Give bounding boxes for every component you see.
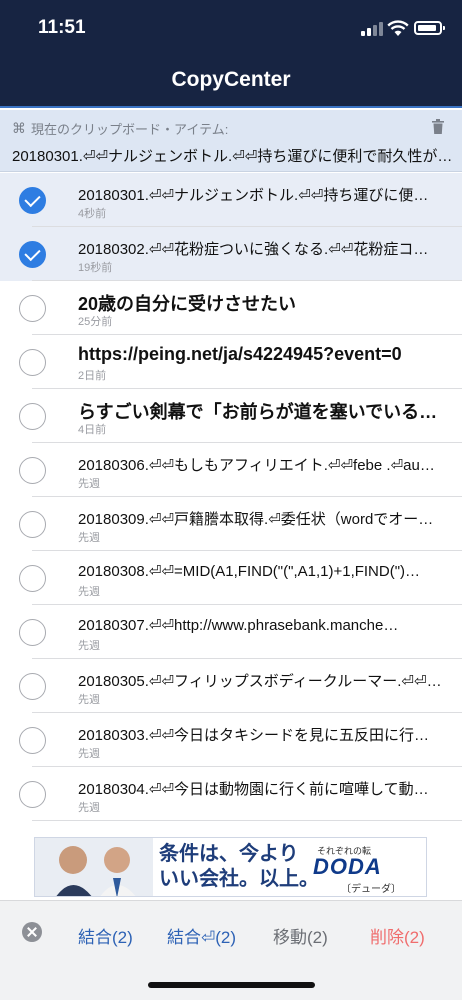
- empty-circle-icon[interactable]: [19, 565, 46, 592]
- list-item[interactable]: らすごい剣幕で「お前らが道を塞いでいるから 4日前: [0, 389, 462, 443]
- app-title: CopyCenter: [171, 68, 291, 91]
- ad-banner[interactable]: 条件は、今より いい会社。以上。 それぞれの転 DODA 〔デューダ〕 i ✕: [34, 837, 427, 897]
- list-item[interactable]: 20180307.⏎⏎http://www.phrasebank.manche……: [0, 605, 462, 659]
- list-item-time: 25分前: [78, 316, 113, 328]
- list-item-text: 20180309.⏎⏎戸籍謄本取得.⏎委任状（wordでオーケ…: [78, 511, 442, 528]
- empty-circle-icon[interactable]: [19, 511, 46, 538]
- empty-circle-icon[interactable]: [19, 781, 46, 808]
- list-item-text: https://peing.net/ja/s4224945?event=0: [78, 344, 402, 364]
- list-item[interactable]: 20180309.⏎⏎戸籍謄本取得.⏎委任状（wordでオーケ… 先週: [0, 497, 462, 551]
- list-item[interactable]: 20180302.⏎⏎花粉症ついに強くなる.⏎⏎花粉症コーヒ… 19秒前: [0, 227, 462, 281]
- ad-copy-line1: 条件は、今より: [159, 843, 299, 865]
- battery-icon: [414, 21, 445, 35]
- list-item-time: 先週: [78, 478, 100, 490]
- merge-newline-button[interactable]: 結合⏎(2): [167, 923, 236, 948]
- ad-copy: 条件は、今より いい会社。以上。: [159, 842, 319, 892]
- status-bar: 11:51: [0, 0, 462, 56]
- list-item-text: 20歳の自分に受けさせたい: [78, 294, 297, 314]
- row-divider: [32, 820, 462, 821]
- clipboard-label-row: ⌘ 現在のクリップボード・アイテム:: [12, 119, 228, 138]
- wifi-icon: [387, 20, 409, 36]
- empty-circle-icon[interactable]: [19, 295, 46, 322]
- clear-selection-icon[interactable]: [22, 922, 42, 942]
- clipboard-text: 20180301.⏎⏎ナルジェンボトル.⏎⏎持ち運びに便利で耐久性がある…: [12, 148, 457, 165]
- list-item-text: 20180304.⏎⏎今日は動物園に行く前に喧嘩して動物…: [78, 781, 442, 798]
- app-header: 11:51 CopyCenter: [0, 0, 462, 108]
- list-item-text: らすごい剣幕で「お前らが道を塞いでいるから: [78, 402, 442, 422]
- list-item-text: 20180301.⏎⏎ナルジェンボトル.⏎⏎持ち運びに便利で…: [78, 187, 442, 204]
- screen: 11:51 CopyCenter ⌘ 現在のクリップボード・アイテム: 2018…: [0, 0, 462, 1000]
- list-item-time: 先週: [78, 532, 100, 544]
- list-item[interactable]: 20180306.⏎⏎もしもアフィリエイト.⏎⏎febe .⏎audi… 先週: [0, 443, 462, 497]
- merge-button[interactable]: 結合(2): [78, 923, 133, 948]
- list-item[interactable]: 20180301.⏎⏎ナルジェンボトル.⏎⏎持ち運びに便利で… 4秒前: [0, 173, 462, 227]
- list-item-time: 先週: [78, 802, 100, 814]
- list-item-time: 先週: [78, 748, 100, 760]
- list-item-text: 20180308.⏎⏎=MID(A1,FIND("(",A1,1)+1,FIND…: [78, 563, 421, 580]
- list-item[interactable]: 20180308.⏎⏎=MID(A1,FIND("(",A1,1)+1,FIND…: [0, 551, 462, 605]
- list-item-text: 20180303.⏎⏎今日はタキシードを見に五反田に行く…: [78, 727, 442, 744]
- ad-brand-logo: DODA: [313, 854, 382, 879]
- empty-circle-icon[interactable]: [19, 457, 46, 484]
- list-item-time: 先週: [78, 694, 100, 706]
- trash-icon[interactable]: [432, 119, 444, 134]
- list-item[interactable]: https://peing.net/ja/s4224945?event=0 2日前: [0, 335, 462, 389]
- ad-brand-sub: 〔デューダ〕: [341, 884, 401, 895]
- empty-circle-icon[interactable]: [19, 619, 46, 646]
- cellular-signal-icon: [361, 22, 383, 36]
- clipboard-label: 現在のクリップボード・アイテム:: [31, 122, 229, 137]
- list-item-time: 2日前: [78, 370, 107, 382]
- command-icon: ⌘: [12, 120, 26, 136]
- list-item-text: 20180305.⏎⏎フィリップスボディークルーマー.⏎⏎こ…: [78, 673, 442, 690]
- move-button[interactable]: 移動(2): [273, 923, 328, 948]
- empty-circle-icon[interactable]: [19, 403, 46, 430]
- list-item-text: 20180302.⏎⏎花粉症ついに強くなる.⏎⏎花粉症コーヒ…: [78, 241, 442, 258]
- empty-circle-icon[interactable]: [19, 673, 46, 700]
- delete-button[interactable]: 削除(2): [370, 923, 425, 948]
- list-item-text: 20180306.⏎⏎もしもアフィリエイト.⏎⏎febe .⏎audi…: [78, 457, 442, 474]
- list-item-time: 先週: [78, 640, 100, 652]
- list-item-text: 20180307.⏎⏎http://www.phrasebank.manche…: [78, 617, 399, 634]
- checkmark-circle-icon[interactable]: [19, 241, 46, 268]
- ad-people-image: [35, 838, 153, 896]
- list-item-time: 先週: [78, 586, 100, 598]
- checkmark-circle-icon[interactable]: [19, 187, 46, 214]
- clipboard-history-list: 20180301.⏎⏎ナルジェンボトル.⏎⏎持ち運びに便利で… 4秒前 201803…: [0, 173, 462, 821]
- list-item[interactable]: 20180304.⏎⏎今日は動物園に行く前に喧嘩して動物… 先週: [0, 767, 462, 821]
- list-item[interactable]: 20歳の自分に受けさせたい 25分前: [0, 281, 462, 335]
- list-item-time: 4日前: [78, 424, 107, 436]
- list-item[interactable]: 20180305.⏎⏎フィリップスボディークルーマー.⏎⏎こ… 先週: [0, 659, 462, 713]
- empty-circle-icon[interactable]: [19, 727, 46, 754]
- home-indicator: [148, 982, 315, 988]
- ad-copy-line2: いい会社。以上。: [159, 868, 319, 890]
- empty-circle-icon[interactable]: [19, 349, 46, 376]
- list-item[interactable]: 20180303.⏎⏎今日はタキシードを見に五反田に行く… 先週: [0, 713, 462, 767]
- list-item-time: 4秒前: [78, 208, 107, 220]
- current-clipboard-panel[interactable]: ⌘ 現在のクリップボード・アイテム: 20180301.⏎⏎ナルジェンボトル.⏎…: [0, 110, 462, 172]
- status-time: 11:51: [38, 17, 86, 38]
- list-item-time: 19秒前: [78, 262, 113, 274]
